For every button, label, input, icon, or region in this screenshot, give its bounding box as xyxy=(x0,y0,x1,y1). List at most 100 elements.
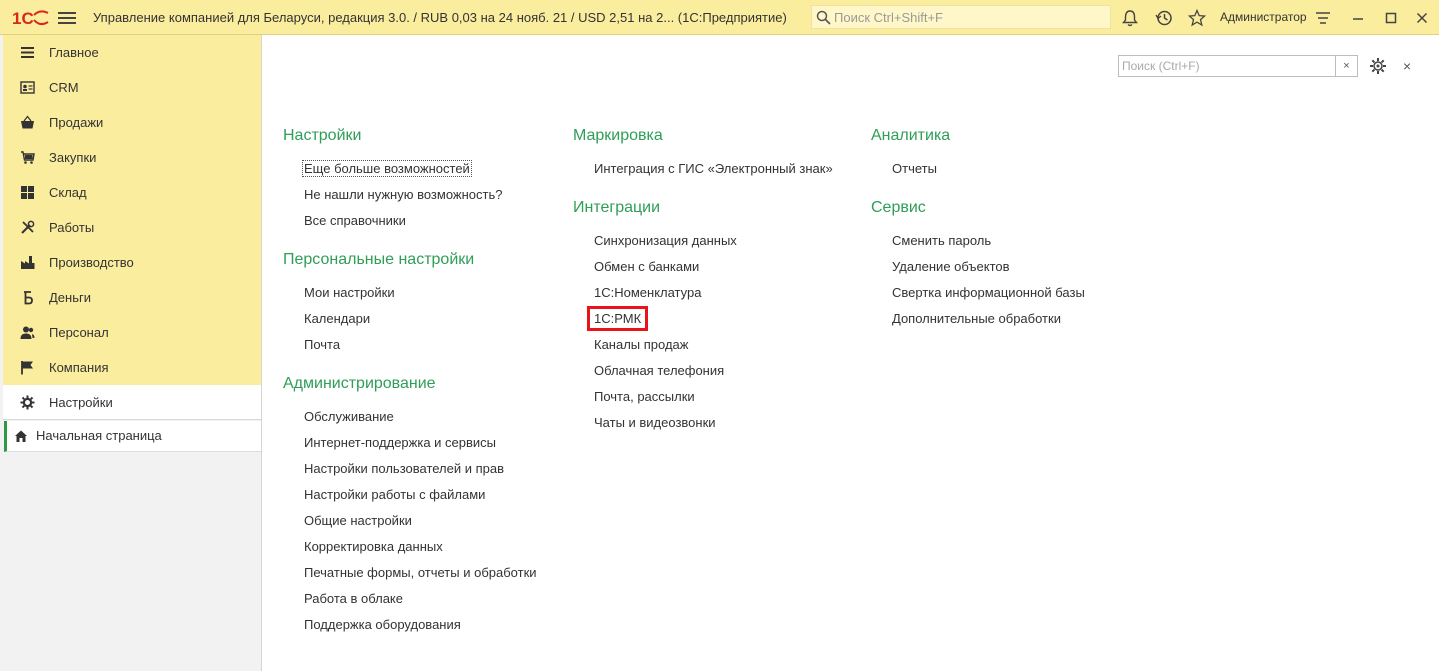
home-page-tab[interactable]: Начальная страница xyxy=(4,421,261,452)
factory-icon xyxy=(21,256,35,269)
link-more-features[interactable]: Еще больше возможностей xyxy=(283,156,537,182)
sidebar-item-purchases[interactable]: Закупки xyxy=(3,140,261,175)
hamburger-menu-icon[interactable] xyxy=(58,9,76,25)
sidebar-item-staff[interactable]: Персонал xyxy=(3,315,261,350)
sidebar-item-label: Производство xyxy=(49,255,134,270)
link-all-catalogs[interactable]: Все справочники xyxy=(283,208,537,234)
sidebar-item-settings[interactable]: Настройки xyxy=(3,385,261,420)
sidebar-item-label: Продажи xyxy=(49,115,104,130)
flag-icon xyxy=(21,361,33,375)
global-search-placeholder: Поиск Ctrl+Shift+F xyxy=(834,10,943,25)
sidebar-item-label: Работы xyxy=(49,220,95,235)
link-collapse-infobase[interactable]: Свертка информационной базы xyxy=(871,280,1085,306)
link-cloud-work[interactable]: Работа в облаке xyxy=(283,586,537,612)
section-settings: Настройки Еще больше возможностей Не наш… xyxy=(283,126,537,234)
section-title: Персональные настройки xyxy=(283,251,475,268)
clear-search-button[interactable]: × xyxy=(1335,56,1357,76)
link-equipment-support[interactable]: Поддержка оборудования xyxy=(283,612,537,638)
link-delete-objects[interactable]: Удаление объектов xyxy=(871,254,1085,280)
sidebar-item-label: Склад xyxy=(49,185,87,200)
section-title: Интеграции xyxy=(573,199,661,216)
section-integrations: Интеграции Синхронизация данных Обмен с … xyxy=(573,198,833,436)
people-icon xyxy=(20,326,35,339)
ruble-icon xyxy=(24,291,33,305)
current-user[interactable]: Администратор xyxy=(1220,10,1307,24)
star-icon[interactable] xyxy=(1188,9,1206,27)
link-change-password[interactable]: Сменить пароль xyxy=(871,228,1085,254)
title-bar: 1С Управление компанией для Беларуси, ре… xyxy=(0,0,1439,35)
settings-gear-icon[interactable] xyxy=(1369,57,1387,75)
section-personal-settings: Персональные настройки Мои настройки Кал… xyxy=(283,250,537,358)
home-page-label: Начальная страница xyxy=(36,428,162,443)
sidebar-item-main[interactable]: Главное xyxy=(3,35,261,70)
link-mail-newsletters[interactable]: Почта, рассылки xyxy=(573,384,833,410)
column-3: Аналитика Отчеты Сервис Сменить пароль У… xyxy=(871,126,1085,348)
sidebar-item-works[interactable]: Работы xyxy=(3,210,261,245)
link-print-forms[interactable]: Печатные формы, отчеты и обработки xyxy=(283,560,537,586)
link-bank-exchange[interactable]: Обмен с банками xyxy=(573,254,833,280)
bell-icon[interactable] xyxy=(1121,9,1139,27)
gear-icon xyxy=(20,395,35,410)
link-data-correction[interactable]: Корректировка данных xyxy=(283,534,537,560)
section-title: Аналитика xyxy=(871,127,951,144)
link-chats-video[interactable]: Чаты и видеозвонки xyxy=(573,410,833,436)
link-cloud-telephony[interactable]: Облачная телефония xyxy=(573,358,833,384)
link-reports[interactable]: Отчеты xyxy=(871,156,1085,182)
minimize-icon[interactable] xyxy=(1349,9,1367,27)
section-title: Администрирование xyxy=(283,375,436,392)
section-service: Сервис Сменить пароль Удаление объектов … xyxy=(871,198,1085,332)
link-my-settings[interactable]: Мои настройки xyxy=(283,280,537,306)
sidebar-item-sales[interactable]: Продажи xyxy=(3,105,261,140)
link-1c-rmk[interactable]: 1С:РМК xyxy=(573,306,833,332)
logo-1c-icon[interactable]: 1С xyxy=(12,7,50,29)
link-sales-channels[interactable]: Каналы продаж xyxy=(573,332,833,358)
link-internet-support[interactable]: Интернет-поддержка и сервисы xyxy=(283,430,537,456)
svg-text:1С: 1С xyxy=(12,9,34,28)
column-1: Настройки Еще больше возможностей Не наш… xyxy=(283,126,537,654)
panel-search-placeholder: Поиск (Ctrl+F) xyxy=(1122,59,1200,73)
basket-icon xyxy=(21,115,34,129)
sidebar-item-label: CRM xyxy=(49,80,79,95)
link-calendars[interactable]: Календари xyxy=(283,306,537,332)
column-2: Маркировка Интеграция с ГИС «Электронный… xyxy=(573,126,833,452)
section-title: Маркировка xyxy=(573,127,663,144)
link-maintenance[interactable]: Обслуживание xyxy=(283,404,537,430)
sidebar-item-money[interactable]: Деньги xyxy=(3,280,261,315)
link-additional-processing[interactable]: Дополнительные обработки xyxy=(871,306,1085,332)
sidebar-item-production[interactable]: Производство xyxy=(3,245,261,280)
sidebar-item-label: Главное xyxy=(49,45,99,60)
maximize-icon[interactable] xyxy=(1382,9,1400,27)
section-administration: Администрирование Обслуживание Интернет-… xyxy=(283,374,537,638)
panel-search-input[interactable]: Поиск (Ctrl+F) × xyxy=(1118,55,1358,77)
sidebar-item-warehouse[interactable]: Склад xyxy=(3,175,261,210)
warehouse-grid-icon xyxy=(21,186,34,199)
sidebar-item-label: Настройки xyxy=(49,395,113,410)
link-files-settings[interactable]: Настройки работы с файлами xyxy=(283,482,537,508)
close-panel-button[interactable]: × xyxy=(1403,58,1411,74)
sidebar-item-company[interactable]: Компания xyxy=(3,350,261,385)
sidebar-item-label: Компания xyxy=(49,360,109,375)
section-analytics: Аналитика Отчеты xyxy=(871,126,1085,182)
global-search-input[interactable]: Поиск Ctrl+Shift+F xyxy=(811,5,1111,29)
settings-menu-icon[interactable] xyxy=(1314,9,1332,27)
history-icon[interactable] xyxy=(1155,9,1173,27)
section-marking: Маркировка Интеграция с ГИС «Электронный… xyxy=(573,126,833,182)
link-mail[interactable]: Почта xyxy=(283,332,537,358)
link-gis-integration[interactable]: Интеграция с ГИС «Электронный знак» xyxy=(573,156,833,182)
close-window-icon[interactable] xyxy=(1413,9,1431,27)
link-general-settings[interactable]: Общие настройки xyxy=(283,508,537,534)
link-data-sync[interactable]: Синхронизация данных xyxy=(573,228,833,254)
home-icon xyxy=(15,430,27,442)
sidebar-item-crm[interactable]: CRM xyxy=(3,70,261,105)
section-title: Настройки xyxy=(283,127,362,144)
link-feature-not-found[interactable]: Не нашли нужную возможность? xyxy=(283,182,537,208)
section-title: Сервис xyxy=(871,199,926,216)
link-users-rights[interactable]: Настройки пользователей и прав xyxy=(283,456,537,482)
cart-icon xyxy=(21,151,35,164)
sidebar-item-label: Персонал xyxy=(49,325,109,340)
link-1c-nomenclature[interactable]: 1С:Номенклатура xyxy=(573,280,833,306)
sections-panel: Главное CRM Продажи Закупки Склад Работы… xyxy=(0,35,262,671)
sidebar-item-label: Деньги xyxy=(49,290,91,305)
sections-list: Главное CRM Продажи Закупки Склад Работы… xyxy=(3,35,261,420)
tools-icon xyxy=(21,220,35,234)
